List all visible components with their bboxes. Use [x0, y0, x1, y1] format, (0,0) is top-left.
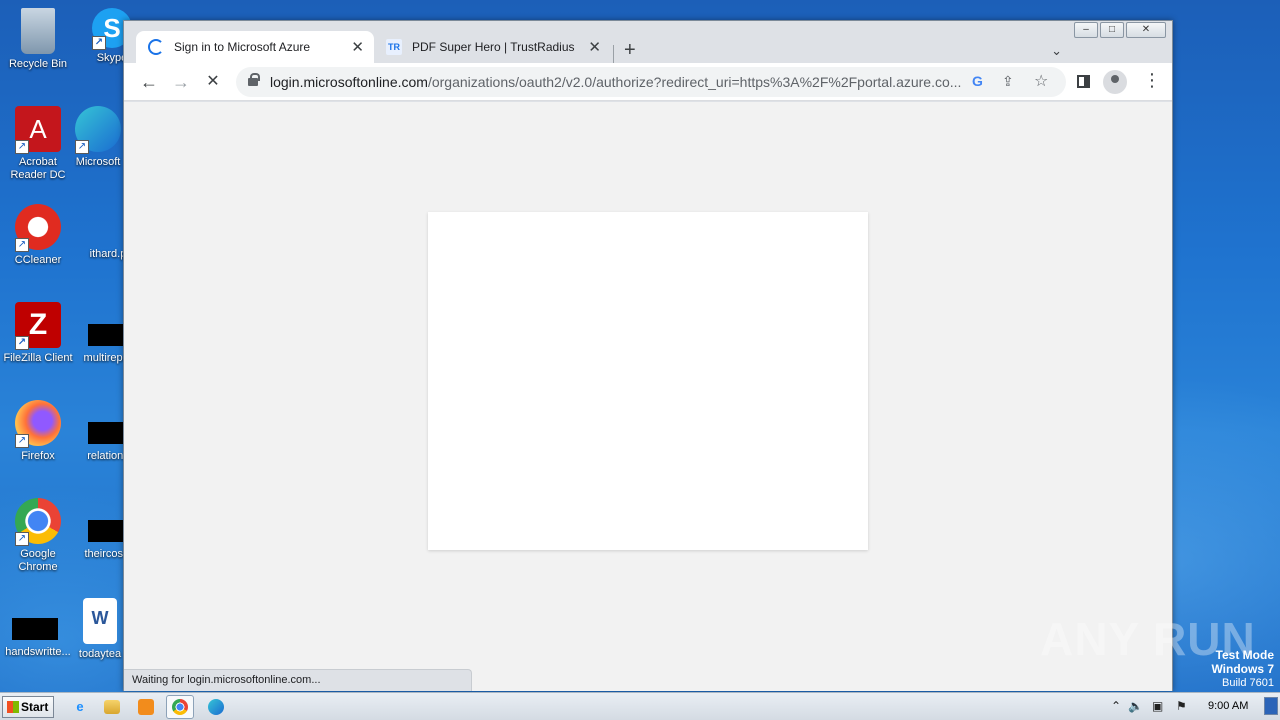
desktop-icon-firefox[interactable]: ↗ Firefox	[0, 400, 76, 463]
desktop-icon-label: FileZilla Client	[3, 352, 73, 364]
bookmark-star-icon[interactable]: ☆	[1034, 71, 1048, 91]
back-button[interactable]: ←	[138, 71, 160, 93]
tab-separator	[613, 45, 614, 65]
shortcut-arrow-icon: ↗	[15, 238, 29, 252]
redacted-icon	[88, 422, 124, 444]
desktop-icon-label: ithard.p	[89, 248, 127, 260]
show-hidden-icons-button[interactable]: ⌃	[1111, 699, 1121, 713]
network-icon[interactable]: ▣	[1152, 699, 1163, 713]
profile-avatar-icon[interactable]	[1103, 70, 1127, 94]
edge-taskbar-button[interactable]	[206, 697, 226, 717]
media-player-icon[interactable]	[138, 699, 154, 715]
desktop-icon-label: Acrobat Reader DC	[10, 156, 66, 181]
chevron-down-icon: ⌄	[1051, 43, 1062, 58]
recycle-bin-icon	[21, 8, 55, 54]
desktop-icon-ccleaner[interactable]: ↗ CCleaner	[0, 204, 76, 267]
google-lens-icon[interactable]: G	[972, 73, 983, 89]
tab-strip: Sign in to Microsoft Azure ✕ TR PDF Supe…	[124, 29, 1172, 65]
loading-spinner-icon	[148, 39, 164, 55]
desktop-icon-filezilla[interactable]: Z ↗ FileZilla Client	[0, 302, 76, 365]
edge-icon: ↗	[75, 106, 121, 154]
tab-search-button[interactable]: ⌄	[1051, 43, 1062, 59]
volume-icon[interactable]: 🔈	[1128, 699, 1143, 713]
desktop-icon-chrome[interactable]: ↗ Google Chrome	[0, 498, 76, 574]
share-icon[interactable]: ⇪	[1002, 73, 1014, 90]
tab-title: Sign in to Microsoft Azure	[174, 40, 311, 54]
ccleaner-icon: ↗	[15, 204, 61, 252]
shortcut-arrow-icon: ↗	[15, 140, 29, 154]
desktop-icon-label: CCleaner	[14, 254, 62, 266]
new-tab-button[interactable]: +	[624, 39, 636, 62]
test-mode-notice: Test Mode Windows 7 Build 7601	[1211, 648, 1274, 690]
shortcut-arrow-icon: ↗	[75, 140, 89, 154]
browser-menu-icon[interactable]: ⋮	[1143, 70, 1161, 91]
browser-window: ‒ □ ✕ Sign in to Microsoft Azure ✕ TR PD…	[123, 20, 1173, 691]
page-content: Waiting for login.microsoftonline.com...	[124, 102, 1172, 691]
taskbar: Start e ⌃ 🔈 ▣ ⚑ 9:00 AM	[0, 692, 1280, 720]
chrome-icon	[172, 699, 188, 715]
redacted-icon	[88, 324, 124, 346]
tab-title: PDF Super Hero | TrustRadius	[412, 40, 575, 54]
desktop-icon-label: Google Chrome	[18, 548, 58, 573]
side-panel-icon[interactable]	[1077, 75, 1090, 88]
edge-icon	[208, 699, 224, 715]
browser-toolbar: ← → ✕ login.microsoftonline.com/organiza…	[124, 63, 1172, 101]
desktop-icon-recycle-bin[interactable]: Recycle Bin	[0, 8, 76, 71]
status-bar: Waiting for login.microsoftonline.com...	[124, 669, 472, 691]
desktop-icon-label: todaytea	[78, 648, 122, 660]
chrome-icon: ↗	[15, 498, 61, 546]
trustradius-favicon-icon: TR	[386, 39, 402, 55]
chrome-taskbar-button[interactable]	[166, 695, 194, 719]
taskbar-clock[interactable]: 9:00 AM	[1208, 700, 1248, 712]
firefox-icon: ↗	[15, 400, 61, 448]
desktop-icon-label: handswritte...	[5, 646, 71, 658]
test-mode-line: Test Mode	[1215, 648, 1274, 662]
acrobat-icon: A ↗	[15, 106, 61, 154]
desktop-icon-label: Recycle Bin	[8, 58, 68, 70]
start-button[interactable]: Start	[2, 696, 54, 718]
address-bar[interactable]: login.microsoftonline.com/organizations/…	[236, 67, 1066, 97]
url-path: /organizations/oauth2/v2.0/authorize?red…	[427, 74, 962, 90]
shortcut-arrow-icon: ↗	[15, 434, 29, 448]
tab-microsoft-azure[interactable]: Sign in to Microsoft Azure ✕	[136, 31, 374, 63]
close-tab-icon[interactable]: ✕	[351, 38, 364, 56]
build-line: Build 7601	[1222, 677, 1274, 689]
shortcut-arrow-icon: ↗	[15, 336, 29, 350]
forward-button[interactable]: →	[170, 71, 192, 93]
lock-icon[interactable]	[248, 73, 260, 86]
show-desktop-button[interactable]	[1264, 697, 1278, 715]
shortcut-arrow-icon: ↗	[15, 532, 29, 546]
shortcut-arrow-icon: ↗	[92, 36, 106, 50]
close-tab-icon[interactable]: ✕	[588, 38, 601, 56]
file-explorer-icon[interactable]	[104, 700, 120, 714]
desktop-icon-label: Firefox	[21, 450, 55, 462]
url-text[interactable]: login.microsoftonline.com/organizations/…	[270, 74, 965, 90]
tab-trustradius[interactable]: TR PDF Super Hero | TrustRadius ✕	[376, 31, 611, 63]
desktop-icon-label: Microsoft	[75, 156, 121, 168]
stop-loading-button[interactable]: ✕	[202, 71, 224, 93]
sign-in-card	[428, 212, 868, 550]
internet-explorer-icon[interactable]: e	[70, 697, 90, 717]
word-document-icon: W	[83, 598, 117, 644]
filezilla-icon: Z ↗	[15, 302, 61, 350]
action-center-flag-icon[interactable]: ⚑	[1176, 699, 1187, 713]
redacted-icon	[88, 520, 124, 542]
url-host: login.microsoftonline.com	[270, 74, 428, 90]
redacted-icon	[12, 618, 58, 640]
windows-version-line: Windows 7	[1211, 662, 1274, 676]
